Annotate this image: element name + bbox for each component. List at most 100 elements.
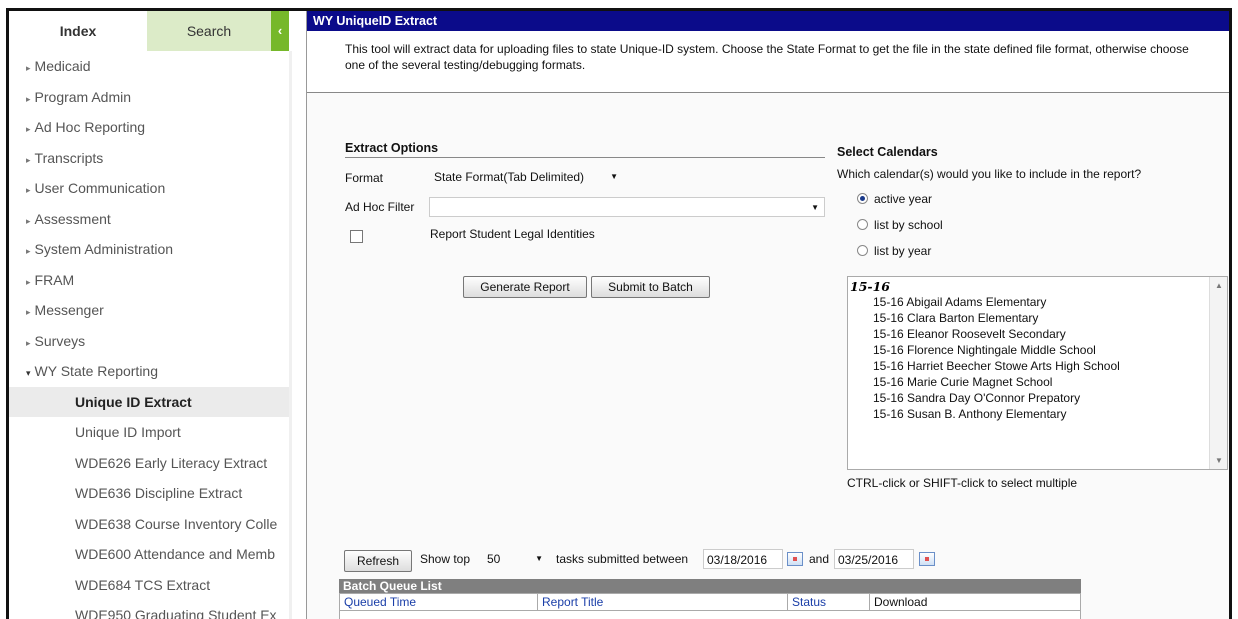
end-date-input[interactable]: 03/25/2016	[834, 549, 914, 569]
radio-list-by-year[interactable]	[857, 245, 868, 256]
app-frame: Index Search ‹ ▸ Medicaid ▸ Program Admin …	[6, 8, 1232, 619]
nav-item-assessment[interactable]: ▸ Assessment	[9, 204, 289, 235]
expand-arrow-icon: ▸	[26, 185, 31, 195]
format-label: Format	[345, 171, 384, 185]
calendars-question: Which calendar(s) would you like to incl…	[837, 167, 1142, 181]
collapse-arrow-icon: ▾	[26, 368, 31, 378]
collapse-nav-button[interactable]: ‹	[271, 11, 289, 51]
calendar-option[interactable]: 15-16 Clara Barton Elementary	[848, 310, 1227, 326]
calendar-picker-icon[interactable]	[919, 552, 935, 566]
calendar-option[interactable]: 15-16 Sandra Day O'Connor Prepatory	[848, 390, 1227, 406]
nav-item-wy-state-reporting[interactable]: ▾ WY State Reporting	[9, 356, 289, 387]
scroll-up-icon[interactable]: ▲	[1215, 281, 1223, 290]
calendar-listbox[interactable]: 15-16 15-16 Abigail Adams Elementary 15-…	[847, 276, 1228, 470]
dropdown-arrow-icon: ▼	[610, 172, 618, 181]
legal-identities-checkbox[interactable]	[350, 230, 363, 243]
column-report-title[interactable]: Report Title	[538, 594, 788, 610]
radio-label-list-by-school: list by school	[874, 218, 943, 232]
show-top-label: Show top	[420, 552, 471, 566]
tool-description: This tool will extract data for uploadin…	[307, 31, 1229, 93]
nav-item-system-administration[interactable]: ▸ System Administration	[9, 234, 289, 265]
refresh-button[interactable]: Refresh	[344, 550, 412, 572]
nav-item-label: Medicaid	[34, 58, 91, 74]
nav-subitem-wde950[interactable]: WDE950 Graduating Student Ex	[9, 600, 289, 619]
nav-subitem-wde600[interactable]: WDE600 Attendance and Memb	[9, 539, 289, 570]
calendar-option[interactable]: 15-16 Harriet Beecher Stowe Arts High Sc…	[848, 358, 1227, 374]
nav-item-label: Assessment	[34, 210, 111, 227]
start-date-input[interactable]: 03/18/2016	[703, 549, 783, 569]
format-select-value: State Format(Tab Delimited)	[434, 170, 585, 184]
expand-arrow-icon: ▸	[26, 246, 31, 256]
nav-item-medicaid[interactable]: ▸ Medicaid	[9, 51, 289, 82]
tab-search[interactable]: Search	[147, 11, 271, 51]
nav-subitem-unique-id-extract[interactable]: Unique ID Extract	[9, 386, 289, 417]
radio-active-year[interactable]	[857, 193, 868, 204]
expand-arrow-icon: ▸	[26, 154, 31, 165]
nav-subitem-wde638[interactable]: WDE638 Course Inventory Colle	[9, 509, 289, 540]
nav-item-user-communication[interactable]: ▸ User Communication	[9, 173, 289, 204]
extract-options-heading: Extract Options	[345, 141, 825, 158]
tab-index[interactable]: Index	[9, 11, 147, 51]
format-select[interactable]: State Format(Tab Delimited) ▼	[429, 167, 623, 187]
dropdown-arrow-icon: ▼	[535, 554, 543, 563]
nav-item-label: FRAM	[34, 271, 75, 288]
batch-queue-header: Queued Time Report Title Status Download	[339, 593, 1081, 611]
calendar-option[interactable]: 15-16 Marie Curie Magnet School	[848, 374, 1227, 390]
tasks-between-label: tasks submitted between	[556, 552, 689, 566]
nav-item-label: Transcripts	[34, 149, 104, 166]
nav-item-program-admin[interactable]: ▸ Program Admin	[9, 82, 289, 113]
expand-arrow-icon: ▸	[26, 124, 31, 134]
nav-item-label: System Administration	[34, 241, 174, 257]
column-download: Download	[874, 595, 928, 609]
calendar-option[interactable]: 15-16 Florence Nightingale Middle School	[848, 342, 1227, 358]
dropdown-arrow-icon: ▼	[811, 203, 819, 212]
expand-arrow-icon: ▸	[26, 307, 31, 317]
submit-to-batch-button[interactable]: Submit to Batch	[591, 276, 710, 298]
nav-subitem-wde636[interactable]: WDE636 Discipline Extract	[9, 478, 289, 509]
listbox-scrollbar[interactable]: ▲ ▼	[1209, 277, 1227, 469]
expand-arrow-icon: ▸	[26, 63, 31, 73]
nav-item-ad-hoc-reporting[interactable]: ▸ Ad Hoc Reporting	[9, 112, 289, 143]
select-calendars-heading: Select Calendars	[837, 145, 938, 159]
show-top-select[interactable]: 50 ▼	[482, 549, 548, 569]
nav-tabs: Index Search ‹	[9, 11, 289, 51]
nav-item-messenger[interactable]: ▸ Messenger	[9, 295, 289, 326]
column-queued-time[interactable]: Queued Time	[340, 594, 538, 610]
main-panel: WY UniqueID Extract This tool will extra…	[306, 11, 1229, 619]
adhoc-filter-select[interactable]: ▼	[429, 197, 825, 217]
nav-item-label: Messenger	[34, 302, 104, 318]
nav-item-label: Surveys	[34, 332, 86, 349]
calendar-option[interactable]: 15-16 Eleanor Roosevelt Secondary	[848, 326, 1227, 342]
expand-arrow-icon: ▸	[26, 276, 31, 287]
batch-queue-body	[339, 611, 1081, 619]
nav-list: ▸ Medicaid ▸ Program Admin ▸ Ad Hoc Reporti…	[9, 51, 289, 619]
calendar-option[interactable]: 15-16 Susan B. Anthony Elementary	[848, 406, 1227, 422]
nav-item-transcripts[interactable]: ▸ Transcripts	[9, 143, 289, 174]
expand-arrow-icon: ▸	[26, 93, 31, 104]
calendar-option[interactable]: 15-16 Abigail Adams Elementary	[848, 294, 1227, 310]
radio-list-by-school[interactable]	[857, 219, 868, 230]
radio-label-active-year: active year	[874, 192, 933, 206]
nav-item-surveys[interactable]: ▸ Surveys	[9, 326, 289, 357]
nav-item-label: Ad Hoc Reporting	[34, 119, 146, 135]
multi-select-hint: CTRL-click or SHIFT-click to select mult…	[847, 476, 1078, 490]
column-status[interactable]: Status	[788, 594, 870, 610]
legal-identities-label: Report Student Legal Identities	[430, 227, 595, 241]
page-title: WY UniqueID Extract	[307, 11, 1229, 31]
generate-report-button[interactable]: Generate Report	[463, 276, 587, 298]
scroll-down-icon[interactable]: ▼	[1215, 456, 1223, 465]
batch-queue-title: Batch Queue List	[339, 579, 1081, 593]
and-label: and	[809, 552, 830, 566]
expand-arrow-icon: ▸	[26, 337, 31, 348]
nav-subitem-wde626[interactable]: WDE626 Early Literacy Extract	[9, 448, 289, 479]
nav-item-label: Program Admin	[34, 88, 132, 105]
nav-subitem-unique-id-import[interactable]: Unique ID Import	[9, 417, 289, 448]
radio-label-list-by-year: list by year	[874, 244, 932, 258]
nav-item-label: User Communication	[34, 180, 166, 196]
nav-subitem-wde684[interactable]: WDE684 TCS Extract	[9, 570, 289, 601]
calendar-picker-icon[interactable]	[787, 552, 803, 566]
report-form: Extract Options Format State Format(Tab …	[307, 93, 1229, 619]
calendar-group-label: 15-16	[850, 279, 890, 294]
show-top-value: 50	[487, 552, 501, 566]
nav-item-fram[interactable]: ▸ FRAM	[9, 265, 289, 296]
